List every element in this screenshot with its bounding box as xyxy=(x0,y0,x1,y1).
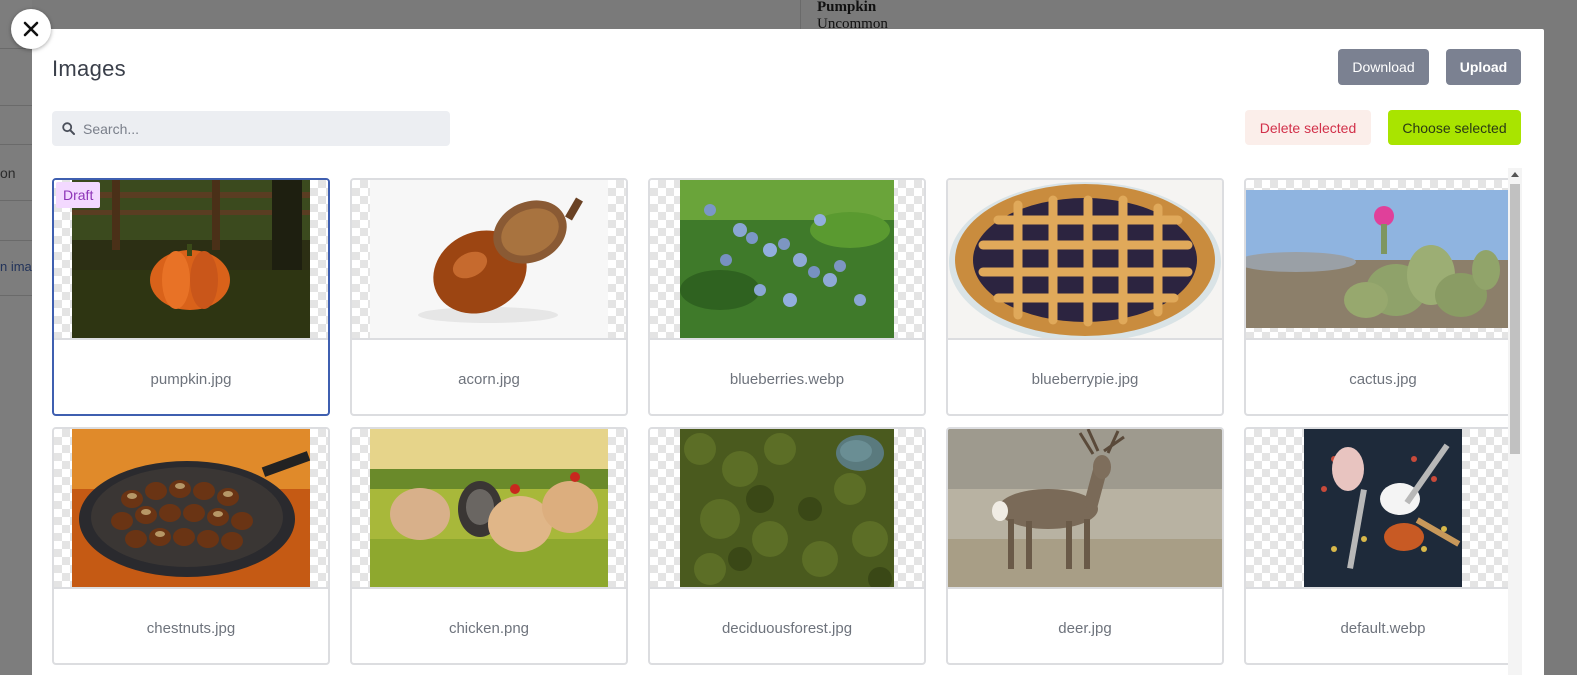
image-card[interactable]: deer.jpg xyxy=(946,427,1224,665)
background-detail: Pumpkin Uncommon xyxy=(800,0,1577,32)
background-link: n ima xyxy=(0,259,32,274)
image-filename: pumpkin.jpg xyxy=(150,370,232,388)
image-thumbnail xyxy=(650,429,924,589)
image-card[interactable]: chicken.png xyxy=(350,427,628,665)
image-card[interactable]: blueberrypie.jpg xyxy=(946,178,1224,416)
image-thumbnail xyxy=(352,429,626,589)
image-thumbnail xyxy=(948,180,1222,340)
search-icon xyxy=(62,122,75,135)
image-filename: deciduousforest.jpg xyxy=(721,619,853,637)
scroll-thumb[interactable] xyxy=(1510,184,1520,454)
modal-title: Images xyxy=(52,56,126,81)
close-icon xyxy=(23,21,39,37)
image-filename: deer.jpg xyxy=(1058,619,1112,637)
image-thumbnail xyxy=(54,429,328,589)
image-card[interactable]: blueberries.webp xyxy=(648,178,926,416)
image-filename: chicken.png xyxy=(448,619,530,637)
background-left-panel: on n ima xyxy=(0,0,32,675)
image-grid: Draft pumpkin.jpg acorn.jpg blueberries.… xyxy=(52,178,1522,675)
image-filename: cactus.jpg xyxy=(1349,370,1417,388)
image-thumbnail xyxy=(1246,180,1520,340)
image-thumbnail xyxy=(948,429,1222,589)
image-filename: blueberries.webp xyxy=(729,370,845,388)
close-button[interactable] xyxy=(11,9,51,49)
image-card[interactable]: acorn.jpg xyxy=(350,178,628,416)
background-text: on xyxy=(0,165,16,181)
image-card[interactable]: chestnuts.jpg xyxy=(52,427,330,665)
image-filename: chestnuts.jpg xyxy=(146,619,236,637)
delete-selected-button[interactable]: Delete selected xyxy=(1245,110,1371,145)
draft-badge: Draft xyxy=(56,182,101,208)
image-card[interactable]: deciduousforest.jpg xyxy=(648,427,926,665)
image-filename: blueberrypie.jpg xyxy=(1031,370,1139,388)
download-button[interactable]: Download xyxy=(1338,49,1429,85)
background-item-title: Pumpkin xyxy=(817,0,877,15)
image-filename: acorn.jpg xyxy=(458,370,520,388)
image-filename: default.webp xyxy=(1340,619,1426,637)
grid-scrollbar[interactable] xyxy=(1508,168,1522,675)
images-modal: Images Download Upload Delete selected C… xyxy=(32,29,1544,675)
image-thumbnail xyxy=(352,180,626,340)
scroll-up-arrow-icon[interactable] xyxy=(1511,172,1519,177)
search-box[interactable] xyxy=(52,111,450,146)
choose-selected-button[interactable]: Choose selected xyxy=(1388,110,1521,145)
image-card[interactable]: cactus.jpg xyxy=(1244,178,1522,416)
image-card[interactable]: Draft pumpkin.jpg xyxy=(52,178,330,416)
image-thumbnail xyxy=(650,180,924,340)
image-thumbnail xyxy=(1246,429,1520,589)
upload-button[interactable]: Upload xyxy=(1446,49,1521,85)
image-card[interactable]: default.webp xyxy=(1244,427,1522,665)
search-input[interactable] xyxy=(83,120,443,137)
